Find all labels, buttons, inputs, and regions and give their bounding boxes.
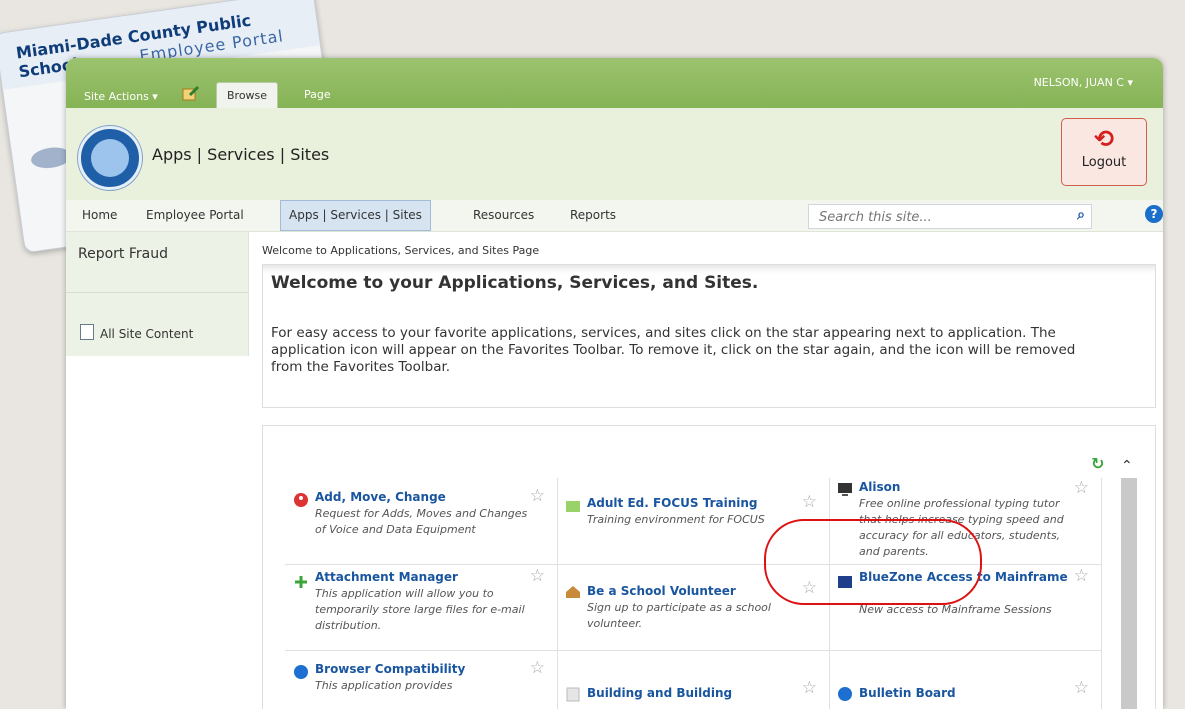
app-desc: Training environment for FOCUS (587, 513, 765, 526)
school-icon (566, 586, 580, 598)
scroll-up-icon[interactable]: ⌃ (1121, 458, 1133, 474)
red-highlight-circle (764, 519, 982, 605)
favorite-star-icon[interactable]: ☆ (802, 678, 817, 698)
people-icon (294, 493, 308, 507)
bulletin-icon (838, 687, 852, 701)
logout-button[interactable]: ⟲ Logout (1061, 118, 1147, 186)
all-site-content-link[interactable]: All Site Content (80, 324, 193, 341)
app-title[interactable]: Attachment Manager (315, 570, 458, 584)
search-icon[interactable]: ⌕ (1077, 207, 1085, 223)
favorite-star-icon[interactable]: ☆ (802, 492, 817, 512)
app-title[interactable]: Add, Move, Change (315, 490, 446, 504)
app-title[interactable]: Browser Compatibility (315, 662, 465, 676)
user-menu[interactable]: NELSON, JUAN C ▾ (1034, 76, 1133, 89)
refresh-icon[interactable]: ↻ (1091, 454, 1104, 473)
app-desc: This application provides (315, 679, 453, 692)
app-title[interactable]: Be a School Volunteer (587, 584, 736, 598)
welcome-panel: Welcome to your Applications, Services, … (262, 264, 1156, 408)
favorite-star-icon[interactable]: ☆ (1074, 678, 1089, 698)
apps-panel: ↻ ⌃ Add, Move, Change Request for Adds, … (262, 425, 1156, 709)
app-title[interactable]: Alison (859, 480, 900, 494)
left-navigation: Report Fraud All Site Content (66, 232, 249, 356)
edit-page-icon[interactable] (182, 85, 200, 101)
nav-home[interactable]: Home (74, 200, 125, 231)
favorite-star-icon[interactable]: ☆ (1074, 478, 1089, 498)
app-title[interactable]: Adult Ed. FOCUS Training (587, 496, 758, 510)
app-desc: Sign up to participate as a school volun… (587, 601, 771, 630)
tab-browse[interactable]: Browse (216, 82, 279, 109)
app-title[interactable]: Bulletin Board (859, 686, 956, 700)
logout-label: Logout (1081, 155, 1127, 170)
search-input[interactable] (817, 207, 1061, 228)
search-box: ⌕ (808, 204, 1092, 229)
top-navigation: Home Employee Portal Apps | Services | S… (66, 200, 1163, 232)
breadcrumb: Welcome to Applications, Services, and S… (262, 244, 540, 257)
app-desc: This application will allow you to tempo… (315, 587, 525, 632)
welcome-text: For easy access to your favorite applica… (271, 325, 1076, 375)
favorite-star-icon[interactable]: ☆ (1074, 566, 1089, 586)
help-icon[interactable]: ? (1145, 205, 1163, 223)
app-tile[interactable]: Attachment Manager This application will… (285, 564, 558, 651)
folder-icon (566, 501, 580, 512)
monitor-icon (838, 483, 852, 496)
app-tile[interactable]: Building and Building ☆ (557, 650, 830, 709)
welcome-heading: Welcome to your Applications, Services, … (271, 273, 759, 293)
all-site-content-label: All Site Content (100, 327, 194, 341)
site-header: Apps | Services | Sites ⟲ Logout (66, 108, 1163, 201)
globe-icon (294, 665, 308, 679)
nav-apps-services-sites[interactable]: Apps | Services | Sites (280, 200, 431, 231)
logout-icon: ⟲ (1093, 125, 1115, 153)
ribbon: Site Actions ▾ Browse Page NELSON, JUAN … (66, 58, 1163, 109)
plus-icon (295, 576, 307, 588)
favorite-star-icon[interactable]: ☆ (530, 566, 545, 586)
building-icon (566, 687, 580, 702)
page-title: Apps | Services | Sites (152, 145, 330, 164)
nav-employee-portal[interactable]: Employee Portal (138, 200, 252, 231)
app-desc: Request for Adds, Moves and Changes of V… (315, 507, 528, 536)
portal-window: Site Actions ▾ Browse Page NELSON, JUAN … (66, 58, 1163, 709)
nav-reports[interactable]: Reports (562, 200, 624, 231)
app-tile[interactable]: Add, Move, Change Request for Adds, Move… (285, 478, 558, 565)
app-tile[interactable]: Browser Compatibility This application p… (285, 650, 558, 709)
document-icon (80, 324, 94, 340)
district-logo[interactable] (78, 126, 142, 190)
favorite-star-icon[interactable]: ☆ (530, 658, 545, 678)
favorite-star-icon[interactable]: ☆ (530, 486, 545, 506)
app-title[interactable]: Building and Building (587, 686, 732, 700)
app-tile[interactable]: Bulletin Board ☆ (829, 650, 1102, 709)
tab-page[interactable]: Page (294, 82, 341, 108)
scrollbar[interactable] (1121, 478, 1137, 709)
report-fraud-link[interactable]: Report Fraud (78, 246, 168, 262)
site-actions-menu[interactable]: Site Actions ▾ (84, 90, 158, 103)
nav-resources[interactable]: Resources (465, 200, 542, 231)
